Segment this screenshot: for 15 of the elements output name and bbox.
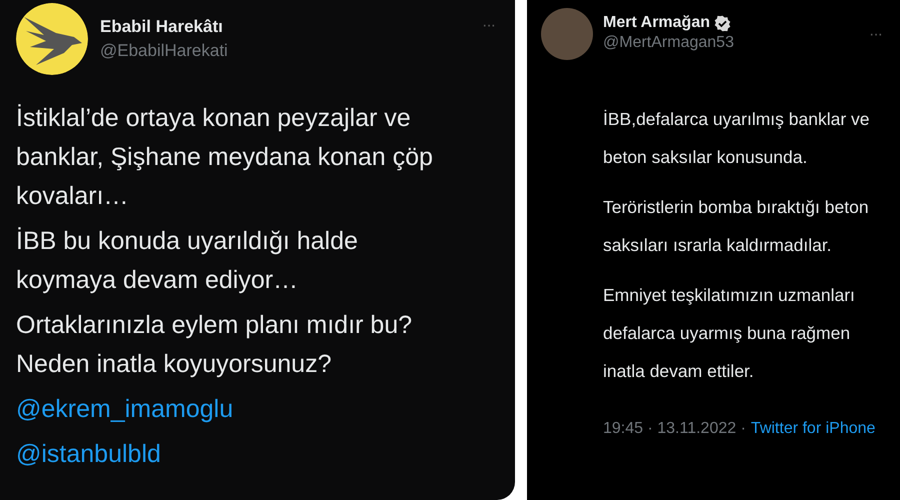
- author-handle[interactable]: @EbabilHarekati: [100, 41, 470, 61]
- mention-link[interactable]: @istanbulbld: [16, 435, 161, 474]
- tweet-paragraph: Emniyet teşkilatımızın uzmanları defalarca uyarmış buna rağmen inatla devam ettiler.: [603, 284, 856, 383]
- tweet-paragraph: İBB,defalarca uyarılmış banklar ve beton saksılar konusunda.: [603, 108, 871, 169]
- tweet-timestamp: 19:45 · 13.11.2022 ·: [603, 420, 746, 438]
- source-link[interactable]: Twitter for iPhone: [750, 420, 876, 438]
- tweet-paragraph: Teröristlerin bomba bıraktığı beton saksıları ısrarla kaldırmadılar.: [603, 196, 870, 257]
- bird-logo-icon[interactable]: [16, 3, 88, 75]
- tweet-paragraph: Ortaklarınızla eylem planı mıdır bu? Neden inatla koyuyorsunuz?: [16, 310, 413, 380]
- tweet-paragraph: İstiklal’de ortaya konan peyzajlar ve banklar, Şişhane meydana konan çöp kovaları…: [16, 103, 434, 212]
- tweet-paragraph: İBB bu konuda uyarıldığı halde koymaya devam ediyor…: [16, 226, 359, 296]
- author-name[interactable]: Ebabil Harekâtı: [100, 17, 223, 37]
- mention-link[interactable]: @ekrem_imamoglu: [16, 390, 234, 429]
- author-name[interactable]: Mert Armağan: [603, 14, 710, 32]
- author-handle[interactable]: @MertArmagan53: [603, 34, 860, 52]
